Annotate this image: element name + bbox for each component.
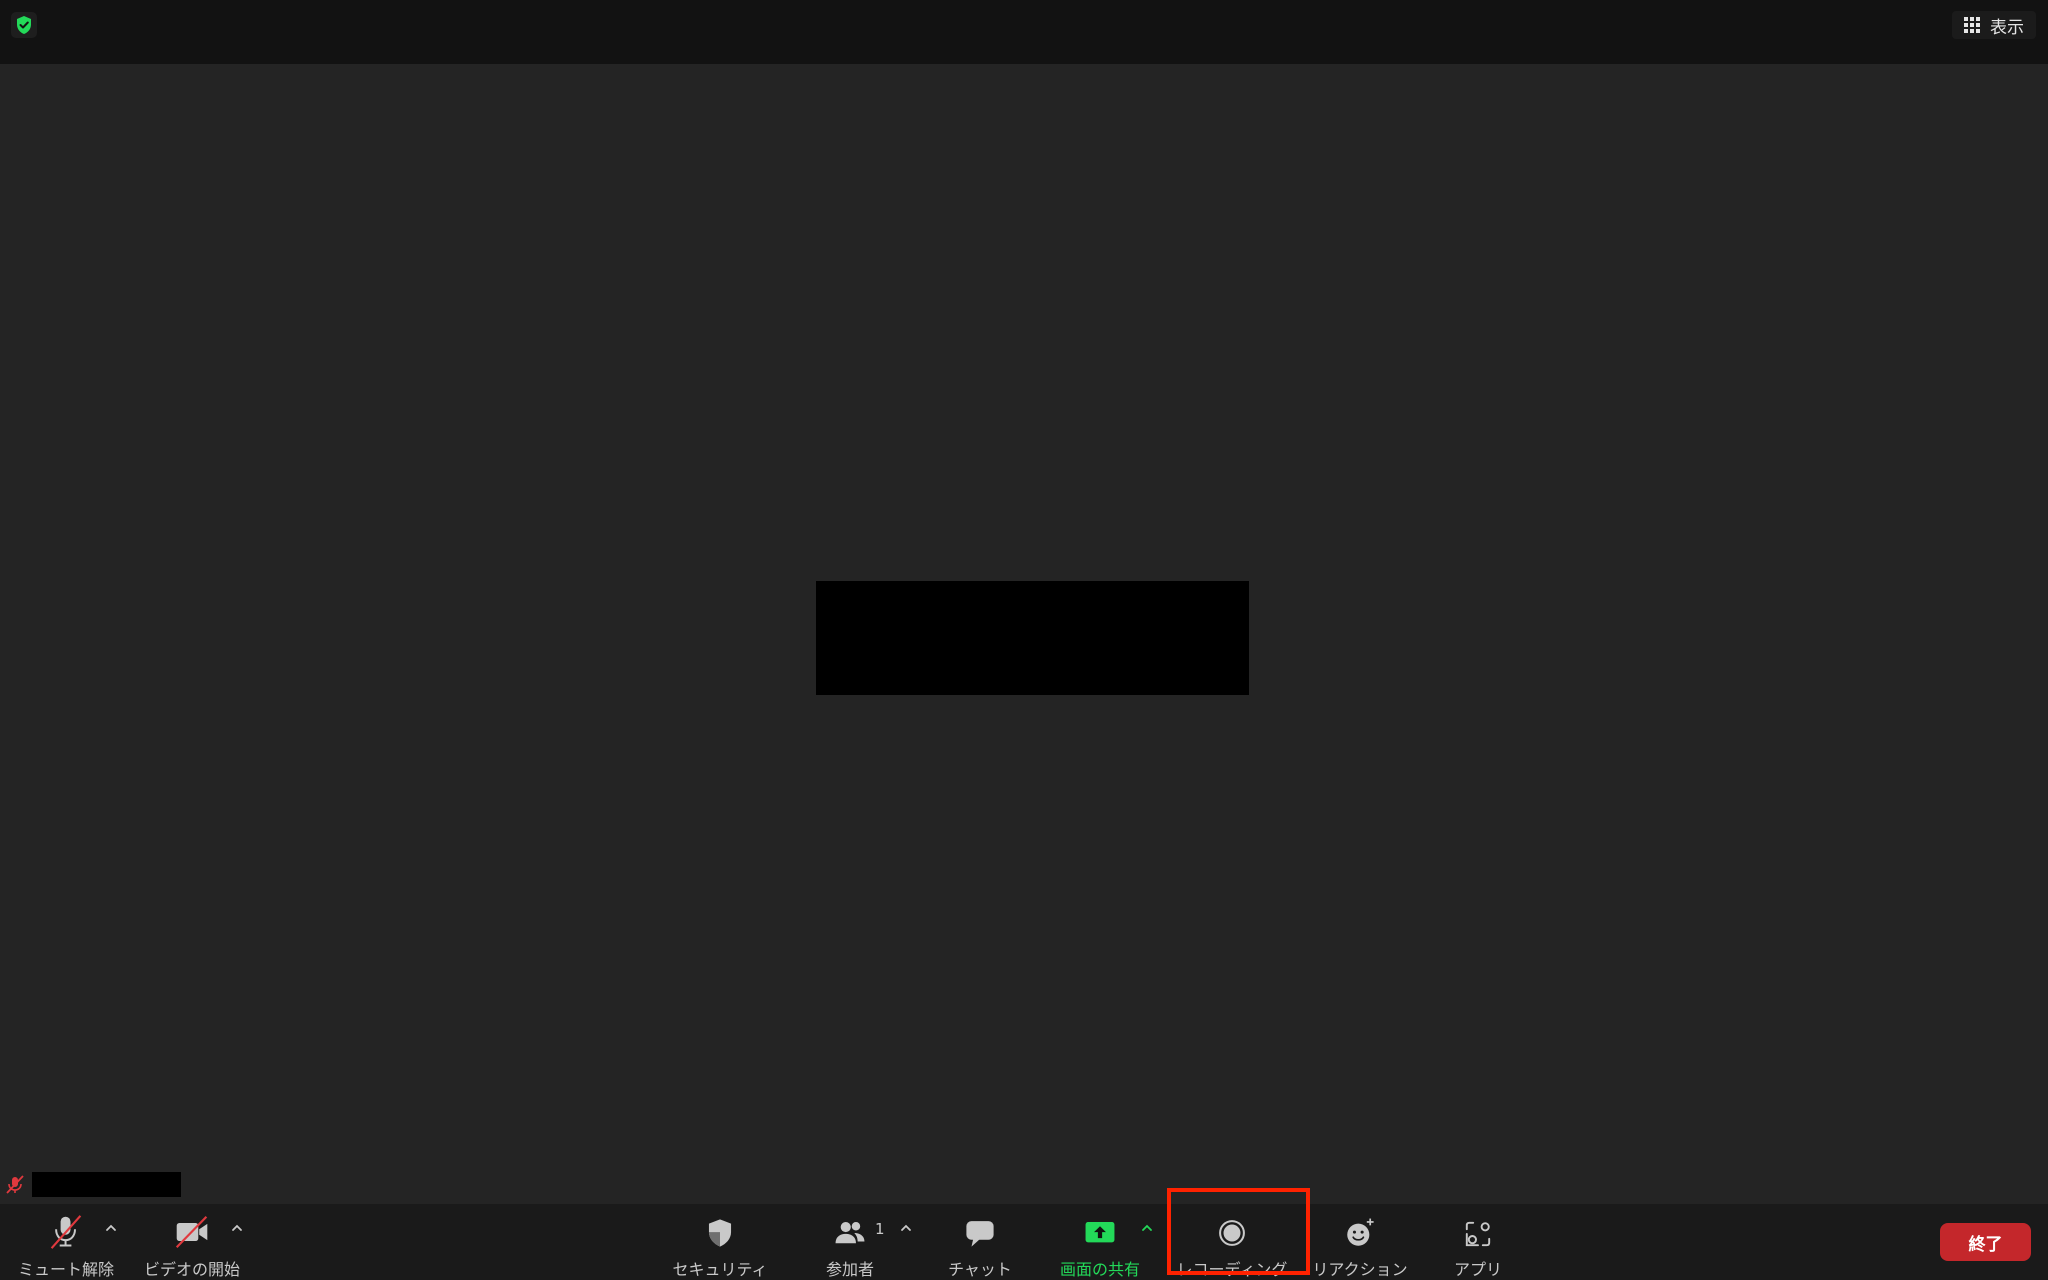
grid-icon [1964,17,1980,33]
self-name-box [32,1171,181,1197]
video-camera-off-icon [175,1215,208,1249]
start-video-label: ビデオの開始 [143,1260,240,1279]
share-options-chevron-up-icon[interactable] [1139,1220,1155,1236]
participants-icon [835,1221,865,1244]
recording-label: レコーディング [1176,1260,1288,1279]
participants-options-chevron-up-icon[interactable] [898,1220,914,1236]
view-button[interactable]: 表示 [1952,11,2036,39]
shield-icon [708,1219,732,1247]
top-bar: 表示 [0,0,2048,64]
audio-options-chevron-up-icon[interactable] [103,1220,119,1236]
unmute-button[interactable]: ミュート解除 [14,1204,118,1280]
security-label: セキュリティ [672,1260,768,1279]
chat-button[interactable]: チャット [940,1204,1020,1280]
participant-name-plate [816,581,1249,695]
self-view-label [0,1170,181,1198]
end-meeting-button[interactable]: 終了 [1940,1223,2031,1261]
reactions-button[interactable]: リアクション [1312,1204,1408,1280]
participants-count: 1 [875,1220,885,1238]
apps-label: アプリ [1453,1260,1502,1279]
participants-button[interactable]: 参加者 [810,1204,890,1280]
view-label: 表示 [1990,17,2024,38]
share-screen-button[interactable]: 画面の共有 [1055,1204,1145,1280]
microphone-muted-icon [50,1215,82,1249]
encryption-shield-icon[interactable] [11,12,37,38]
share-screen-arrow-up-icon [1085,1221,1115,1243]
reactions-label: リアクション [1312,1260,1408,1279]
unmute-label: ミュート解除 [17,1260,114,1279]
video-options-chevron-up-icon[interactable] [229,1220,245,1236]
meeting-toolbar [0,1204,2048,1280]
record-icon [1219,1220,1245,1246]
start-video-button[interactable]: ビデオの開始 [142,1204,242,1280]
recording-button[interactable]: レコーディング [1172,1204,1292,1280]
security-button[interactable]: セキュリティ [670,1204,770,1280]
muted-mic-icon [6,1175,24,1194]
chat-label: チャット [948,1260,1012,1279]
chat-bubble-icon [966,1221,994,1247]
apps-button[interactable]: アプリ [1438,1204,1518,1280]
apps-icon [1465,1221,1491,1247]
participants-label: 参加者 [825,1260,874,1279]
reaction-smiley-plus-icon [1347,1218,1374,1246]
share-screen-label: 画面の共有 [1059,1260,1140,1279]
